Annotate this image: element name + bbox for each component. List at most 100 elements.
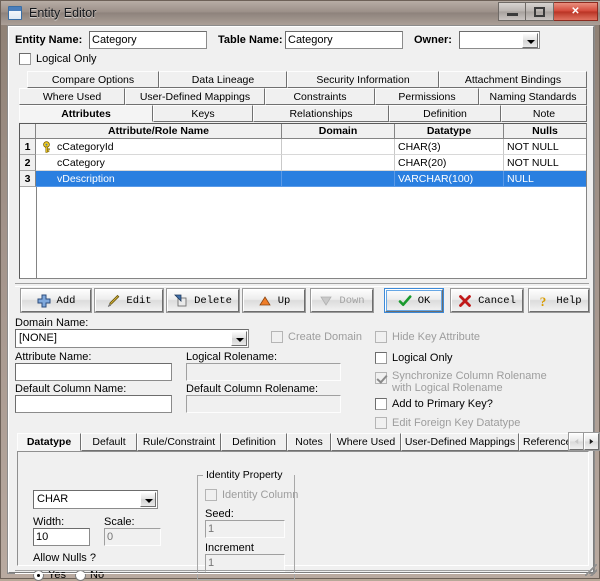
window-controls: ✕: [498, 2, 598, 21]
close-button[interactable]: ✕: [554, 2, 598, 21]
svg-text:?: ?: [540, 294, 547, 308]
logical-rolename-label: Logical Rolename:: [186, 351, 278, 363]
edit-foreign-key-datatype-checkbox: Edit Foreign Key Datatype: [375, 417, 520, 429]
cell-nulls: NOT NULL: [504, 139, 586, 155]
add-button[interactable]: Add: [20, 288, 92, 313]
checkbox-box: [375, 417, 387, 429]
tab-relationships[interactable]: Relationships: [253, 105, 389, 122]
cell-datatype: CHAR(3): [395, 139, 504, 155]
maximize-button[interactable]: [526, 2, 554, 21]
tab-attachment-bindings[interactable]: Attachment Bindings: [439, 71, 587, 88]
arrow-down-icon: [319, 294, 333, 308]
grid-empty-area[interactable]: [36, 187, 586, 278]
tab-definition-bottom[interactable]: Definition: [221, 433, 287, 451]
table-name-label: Table Name:: [218, 34, 283, 46]
triangle-left-icon: [574, 438, 579, 445]
delete-button-label: Delete: [194, 294, 232, 307]
tab-where-used-bottom[interactable]: Where Used: [331, 433, 401, 451]
cell-attribute-name: vDescription: [36, 171, 282, 187]
tab-where-used[interactable]: Where Used: [19, 88, 125, 105]
checkbox-box: [271, 331, 283, 343]
scale-label: Scale:: [104, 516, 135, 528]
grid-col-rownum: [20, 124, 36, 139]
tab-data-lineage[interactable]: Data Lineage: [159, 71, 287, 88]
logical-only-header-checkbox[interactable]: Logical Only: [19, 53, 97, 65]
tab-row-2: Where Used User-Defined Mappings Constra…: [19, 88, 587, 105]
table-row[interactable]: 2 cCategory CHAR(20) NOT NULL: [20, 155, 586, 171]
tab-user-defined-mappings-bottom[interactable]: User-Defined Mappings: [401, 433, 519, 451]
help-button-label: Help: [556, 294, 582, 307]
help-button[interactable]: ? Help: [528, 288, 590, 313]
window-icon: [8, 6, 22, 20]
owner-label: Owner:: [414, 34, 452, 46]
identity-column-checkbox: Identity Column: [205, 489, 298, 501]
tab-scroll-left-button: [568, 432, 585, 451]
row-number: 2: [20, 155, 36, 171]
tab-notes[interactable]: Notes: [287, 433, 331, 451]
table-row[interactable]: 1 cCategoryId CHAR(3) NOT NULL: [20, 139, 586, 155]
close-x-icon: [458, 294, 472, 308]
attribute-grid[interactable]: Attribute/Role Name Domain Datatype Null…: [19, 123, 587, 279]
cell-datatype: CHAR(20): [395, 155, 504, 171]
divider: [15, 283, 589, 287]
chevron-down-icon: [140, 492, 156, 507]
datatype-value: CHAR: [37, 493, 69, 505]
ok-button[interactable]: OK: [384, 288, 444, 313]
tab-permissions[interactable]: Permissions: [375, 88, 479, 105]
cell-attribute-name-text: cCategoryId: [57, 140, 114, 153]
identity-column-label: Identity Column: [222, 489, 299, 501]
sync-rolename-label-line2: with Logical Rolename: [392, 381, 503, 394]
entity-name-input[interactable]: Category: [89, 31, 207, 49]
domain-name-select[interactable]: [NONE]: [15, 329, 249, 348]
checkbox-box: [375, 372, 387, 384]
tab-rule-constraint[interactable]: Rule/Constraint: [137, 433, 221, 451]
width-label: Width:: [33, 516, 65, 528]
tab-user-defined-mappings[interactable]: User-Defined Mappings: [125, 88, 265, 105]
scale-input: 0: [104, 528, 161, 546]
row-number: 3: [20, 171, 36, 187]
resize-grip[interactable]: [585, 564, 597, 576]
minimize-button[interactable]: [498, 2, 526, 21]
increment-label: Increment: [205, 542, 254, 554]
tab-keys[interactable]: Keys: [153, 105, 253, 122]
grid-col-domain: Domain: [282, 124, 395, 139]
logical-only-label: Logical Only: [392, 352, 453, 364]
add-to-primary-key-checkbox[interactable]: Add to Primary Key?: [375, 398, 493, 410]
tab-naming-standards[interactable]: Naming Standards: [479, 88, 587, 105]
tab-security-information[interactable]: Security Information: [287, 71, 439, 88]
synchronize-column-rolename-checkbox: Synchronize Column Rolename with Logical…: [375, 370, 547, 394]
checkbox-box: [375, 331, 387, 343]
cell-nulls: NULL: [504, 171, 586, 187]
tab-default[interactable]: Default: [81, 433, 137, 451]
table-name-input[interactable]: Category: [285, 31, 403, 49]
tab-note[interactable]: Note: [501, 105, 587, 122]
checkbox-box: [19, 53, 31, 65]
delete-icon: [174, 294, 188, 308]
edit-button[interactable]: Edit: [94, 288, 164, 313]
cancel-button[interactable]: Cancel: [450, 288, 524, 313]
default-column-rolename-input: [186, 395, 341, 413]
cell-domain: [282, 139, 395, 155]
chevron-down-icon: [231, 331, 247, 346]
attribute-name-input[interactable]: [15, 363, 172, 381]
tab-constraints[interactable]: Constraints: [265, 88, 375, 105]
domain-name-label: Domain Name:: [15, 317, 89, 329]
width-input[interactable]: 10: [33, 528, 90, 546]
tab-definition[interactable]: Definition: [389, 105, 501, 122]
default-column-name-input[interactable]: [15, 395, 172, 413]
plus-icon: [37, 294, 51, 308]
tab-compare-options[interactable]: Compare Options: [27, 71, 159, 88]
up-button[interactable]: Up: [242, 288, 306, 313]
logical-only-checkbox[interactable]: Logical Only: [375, 352, 453, 364]
table-row[interactable]: 3 vDescription VARCHAR(100) NULL: [20, 171, 586, 187]
tab-datatype[interactable]: Datatype: [17, 433, 81, 451]
hide-key-attribute-label: Hide Key Attribute: [392, 331, 481, 343]
tab-scroll-right-button[interactable]: [583, 432, 600, 451]
primary-key-icon: [41, 140, 53, 153]
owner-select[interactable]: [459, 31, 540, 49]
delete-button[interactable]: Delete: [166, 288, 240, 313]
datatype-select[interactable]: CHAR: [33, 490, 158, 509]
tab-attributes[interactable]: Attributes: [19, 105, 153, 122]
attribute-name-label: Attribute Name:: [15, 351, 92, 363]
pencil-icon: [106, 294, 120, 308]
